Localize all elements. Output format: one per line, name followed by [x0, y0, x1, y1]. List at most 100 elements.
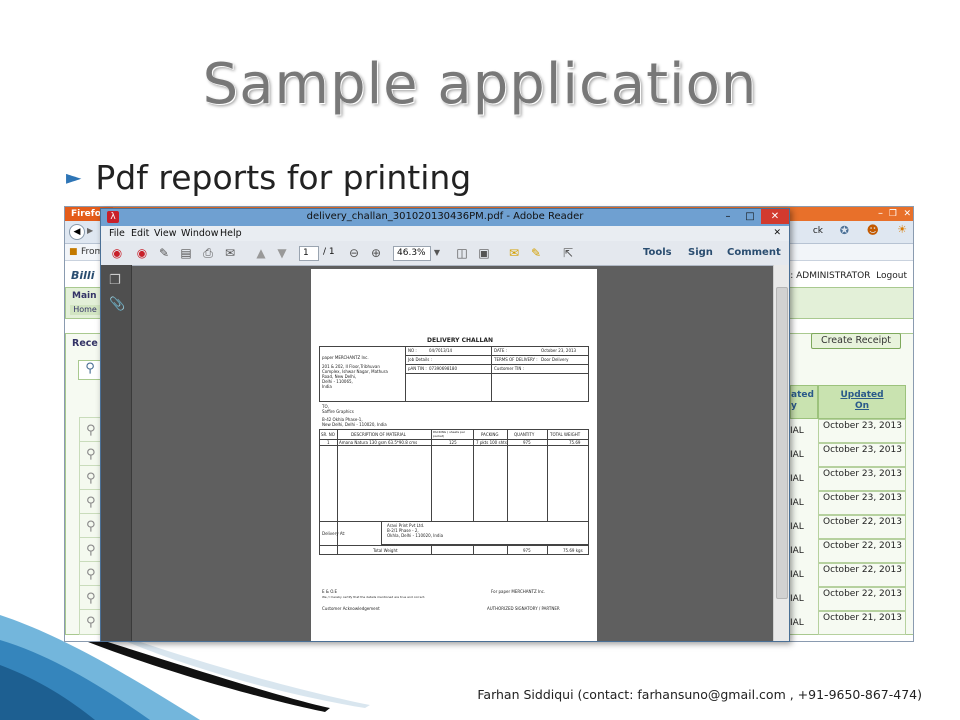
nav-back-label[interactable]: ck: [813, 226, 823, 236]
customer-tin: Customer TIN :: [494, 366, 524, 371]
pan-value: 07390698180: [429, 366, 457, 371]
vertical-scrollbar[interactable]: [773, 265, 789, 641]
attachments-icon[interactable]: 📎: [109, 297, 125, 312]
restore-icon[interactable]: ❐: [889, 207, 897, 221]
tools-pane-button[interactable]: Tools: [643, 247, 672, 258]
row-updated-on: October 22, 2013: [818, 587, 906, 611]
table-header: QUANTITY: [514, 432, 535, 437]
row-updated-on: October 21, 2013: [818, 611, 906, 635]
scrollbar-thumb[interactable]: [776, 287, 788, 599]
row-updated-on: October 23, 2013: [818, 491, 906, 515]
reader-titlebar: λ delivery_challan_301020130436PM.pdf - …: [101, 209, 789, 226]
view-icon[interactable]: ⚲: [86, 591, 98, 606]
authorized-signatory: AUTHORIZED SIGNATORY / PARTNER: [487, 606, 560, 611]
maximize-icon[interactable]: □: [739, 209, 761, 224]
expand-icon[interactable]: ⇱: [561, 246, 575, 260]
certify-text: We / I hereby certify that the details m…: [322, 595, 426, 599]
chevron-down-icon[interactable]: ▼: [430, 246, 444, 260]
row-updated-on: October 23, 2013: [818, 467, 906, 491]
slide-footer: Farhan Siddiqui (contact: farhansuno@gma…: [477, 687, 922, 702]
minimize-icon[interactable]: –: [878, 207, 883, 221]
folder-icon: ■: [69, 247, 78, 257]
view-icon[interactable]: ⚲: [86, 615, 98, 630]
zoom-out-icon[interactable]: ⊖: [347, 246, 361, 260]
reader-window-title: delivery_challan_301020130436PM.pdf - Ad…: [306, 211, 584, 222]
next-page-icon[interactable]: ▼: [275, 246, 289, 260]
menu-edit[interactable]: Edit: [131, 228, 149, 239]
view-icon[interactable]: ⚲: [86, 423, 98, 438]
app-logo: Billi: [71, 269, 95, 282]
view-icon[interactable]: ⚲: [86, 543, 98, 558]
pan-label: pAN TIN :: [408, 366, 427, 371]
email-icon[interactable]: ✉: [223, 246, 237, 260]
comment-pane-button[interactable]: Comment: [727, 247, 781, 258]
close-icon[interactable]: ✕: [761, 209, 789, 224]
view-icon[interactable]: ⚲: [86, 447, 98, 462]
sign-pane-button[interactable]: Sign: [688, 247, 713, 258]
table-header: SR. NO: [321, 432, 335, 437]
row-updated-on: October 22, 2013: [818, 515, 906, 539]
partial-column-header[interactable]: ated y: [790, 385, 818, 419]
create-receipt-button[interactable]: Create Receipt: [811, 333, 901, 349]
view-icon[interactable]: ⚲: [86, 567, 98, 582]
table-header: TOTAL WEIGHT: [550, 432, 581, 437]
fit-width-icon[interactable]: ◫: [455, 246, 469, 260]
close-icon[interactable]: ✕: [903, 207, 911, 221]
zoom-in-icon[interactable]: ⊕: [369, 246, 383, 260]
pdf-page: DELIVERY CHALLAN NO : 04/7013/14 DATE : …: [311, 269, 597, 641]
view-icon[interactable]: ⚲: [86, 519, 98, 534]
row-status: IAL: [790, 426, 804, 436]
zoom-select[interactable]: 46.3%: [393, 246, 431, 261]
row-status: IAL: [790, 498, 804, 508]
addon-icon[interactable]: ☀: [897, 223, 907, 236]
search-icon[interactable]: ⚲: [78, 360, 102, 380]
menu-help[interactable]: Help: [220, 228, 242, 239]
to-address-line: New Delhi, Delhi - 110020, India: [322, 422, 387, 427]
table-cell: 75.69: [569, 440, 581, 445]
highlight-icon[interactable]: ✎: [529, 246, 543, 260]
reader-menubar: File Edit View Window Help ✕: [101, 226, 789, 241]
home-link[interactable]: Home: [70, 305, 100, 315]
create-pdf-icon[interactable]: ◉: [110, 246, 124, 260]
menu-file[interactable]: File: [109, 228, 125, 239]
total-weight-label: Total Weight: [373, 548, 398, 553]
minimize-icon[interactable]: –: [717, 209, 739, 224]
main-panel-label: Main: [72, 291, 97, 301]
home-icon[interactable]: ☻: [866, 223, 879, 237]
comment-icon[interactable]: ✉: [507, 246, 521, 260]
close-document-icon[interactable]: ✕: [773, 228, 781, 238]
table-cell: Amana Natura 130 gsm 63.5*90.8 cms: [339, 440, 418, 445]
forward-icon[interactable]: ▶: [87, 226, 93, 235]
menu-view[interactable]: View: [154, 228, 177, 239]
print-icon[interactable]: ⎙: [201, 246, 215, 260]
delivery-address-line: Okhla, Delhi - 110020, India: [387, 533, 444, 538]
combine-icon[interactable]: ◉: [135, 246, 149, 260]
table-cell: 7 pkts 100 shts: [476, 440, 507, 445]
view-icon[interactable]: ⚲: [86, 495, 98, 510]
reader-toolbar: ◉ ◉ ✎ ▤ ⎙ ✉ ▲ ▼ 1 / 1 ⊖ ⊕ 46.3% ▼ ◫ ▣ ✉ …: [101, 241, 789, 266]
delivery-at-label: Delivery At:: [322, 531, 346, 536]
pdf-reader-window: λ delivery_challan_301020130436PM.pdf - …: [100, 208, 790, 642]
page-number-input[interactable]: 1: [299, 246, 319, 261]
fit-page-icon[interactable]: ▣: [477, 246, 491, 260]
logout-link[interactable]: Logout: [876, 271, 907, 281]
table-cell: 1: [327, 440, 330, 445]
back-icon[interactable]: ◀: [69, 224, 85, 240]
table-cell: 125: [449, 440, 457, 445]
save-icon[interactable]: ▤: [179, 246, 193, 260]
total-quantity: 975: [523, 548, 531, 553]
view-icon[interactable]: ⚲: [86, 471, 98, 486]
row-updated-on: October 22, 2013: [818, 539, 906, 563]
job-details: Job Details :: [408, 357, 432, 362]
menu-window[interactable]: Window: [181, 228, 218, 239]
terms-value: Door Delivery: [541, 357, 569, 362]
row-updated-on: October 22, 2013: [818, 563, 906, 587]
page-thumbnails-icon[interactable]: ❐: [109, 273, 121, 288]
no-value: 04/7013/14: [429, 348, 453, 353]
row-updated-on: October 23, 2013: [818, 443, 906, 467]
row-status: IAL: [790, 594, 804, 604]
previous-page-icon[interactable]: ▲: [254, 246, 268, 260]
updated-on-header[interactable]: Updated On: [818, 385, 906, 419]
edit-icon[interactable]: ✎: [157, 246, 171, 260]
bookmark-icon[interactable]: ✪: [840, 224, 849, 237]
